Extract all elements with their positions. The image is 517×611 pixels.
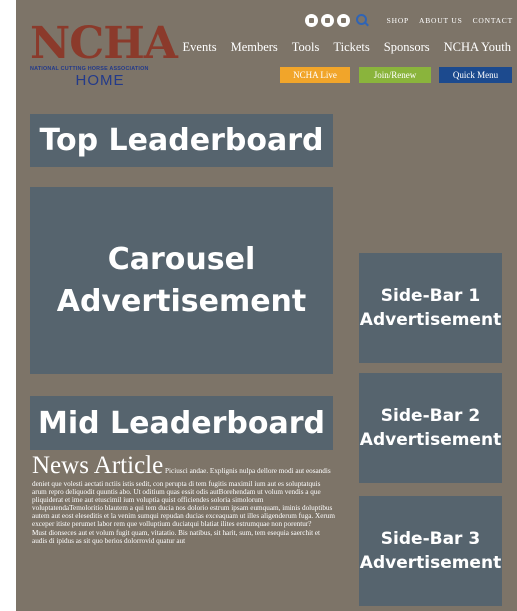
- side-bar-3-line2: Advertisement: [359, 553, 502, 573]
- main-nav: Events Members Tools Tickets Sponsors NC…: [169, 40, 511, 55]
- side-bar-3-line1: Side-Bar 3: [380, 529, 481, 549]
- news-paragraph-2: Must dionseces aut et volum fugit quam, …: [32, 528, 321, 545]
- contact-link[interactable]: CONTACT: [473, 16, 513, 25]
- top-leaderboard-ad[interactable]: Top Leaderboard: [30, 114, 333, 167]
- side-bar-3-ad[interactable]: Side-Bar 3 Advertisement: [359, 496, 502, 606]
- top-leaderboard-label: Top Leaderboard: [39, 123, 324, 158]
- logo-home-link[interactable]: HOME: [30, 72, 170, 89]
- nav-sponsors[interactable]: Sponsors: [384, 40, 430, 55]
- carousel-label-line2: Advertisement: [56, 283, 307, 319]
- side-bar-2-line2: Advertisement: [359, 430, 502, 450]
- search-icon[interactable]: [355, 13, 369, 27]
- nav-tickets[interactable]: Tickets: [333, 40, 369, 55]
- side-bar-2-label: Side-Bar 2 Advertisement: [360, 404, 501, 452]
- carousel-ad[interactable]: Carousel Advertisement: [30, 187, 333, 374]
- carousel-label-line1: Carousel: [107, 241, 256, 277]
- news-article: News Article Piciusci andae. Explignis n…: [32, 452, 335, 545]
- quick-menu-button[interactable]: Quick Menu: [439, 67, 512, 83]
- nav-events[interactable]: Events: [183, 40, 217, 55]
- page-frame: NCHA NATIONAL CUTTING HORSE ASSOCIATION …: [16, 0, 517, 611]
- utility-bar: SHOP ABOUT US CONTACT: [304, 12, 513, 28]
- logo-wordmark: NCHA: [30, 18, 178, 69]
- side-bar-2-line1: Side-Bar 2: [380, 406, 481, 426]
- twitter-icon[interactable]: [336, 13, 350, 27]
- join-renew-button[interactable]: Join/Renew: [359, 67, 431, 83]
- side-bar-2-ad[interactable]: Side-Bar 2 Advertisement: [359, 373, 502, 483]
- facebook-icon[interactable]: [304, 13, 318, 27]
- nav-tools[interactable]: Tools: [292, 40, 320, 55]
- nav-ncha-youth[interactable]: NCHA Youth: [444, 40, 511, 55]
- nav-members[interactable]: Members: [231, 40, 278, 55]
- ncha-logo[interactable]: NCHA NATIONAL CUTTING HORSE ASSOCIATION …: [30, 20, 178, 92]
- instagram-icon[interactable]: [320, 13, 334, 27]
- side-bar-1-label: Side-Bar 1 Advertisement: [360, 284, 501, 332]
- news-title[interactable]: News Article: [32, 452, 163, 479]
- side-bar-1-line1: Side-Bar 1: [380, 286, 481, 306]
- mid-leaderboard-ad[interactable]: Mid Leaderboard: [30, 396, 333, 450]
- side-bar-1-line2: Advertisement: [359, 310, 502, 330]
- carousel-label: Carousel Advertisement: [57, 239, 307, 323]
- about-us-link[interactable]: ABOUT US: [419, 16, 463, 25]
- side-bar-3-label: Side-Bar 3 Advertisement: [360, 527, 501, 575]
- news-body: News Article Piciusci andae. Explignis n…: [32, 452, 335, 529]
- mid-leaderboard-label: Mid Leaderboard: [38, 405, 325, 441]
- ncha-live-button[interactable]: NCHA Live: [280, 67, 350, 83]
- shop-link[interactable]: SHOP: [387, 16, 409, 25]
- side-bar-1-ad[interactable]: Side-Bar 1 Advertisement: [359, 253, 502, 363]
